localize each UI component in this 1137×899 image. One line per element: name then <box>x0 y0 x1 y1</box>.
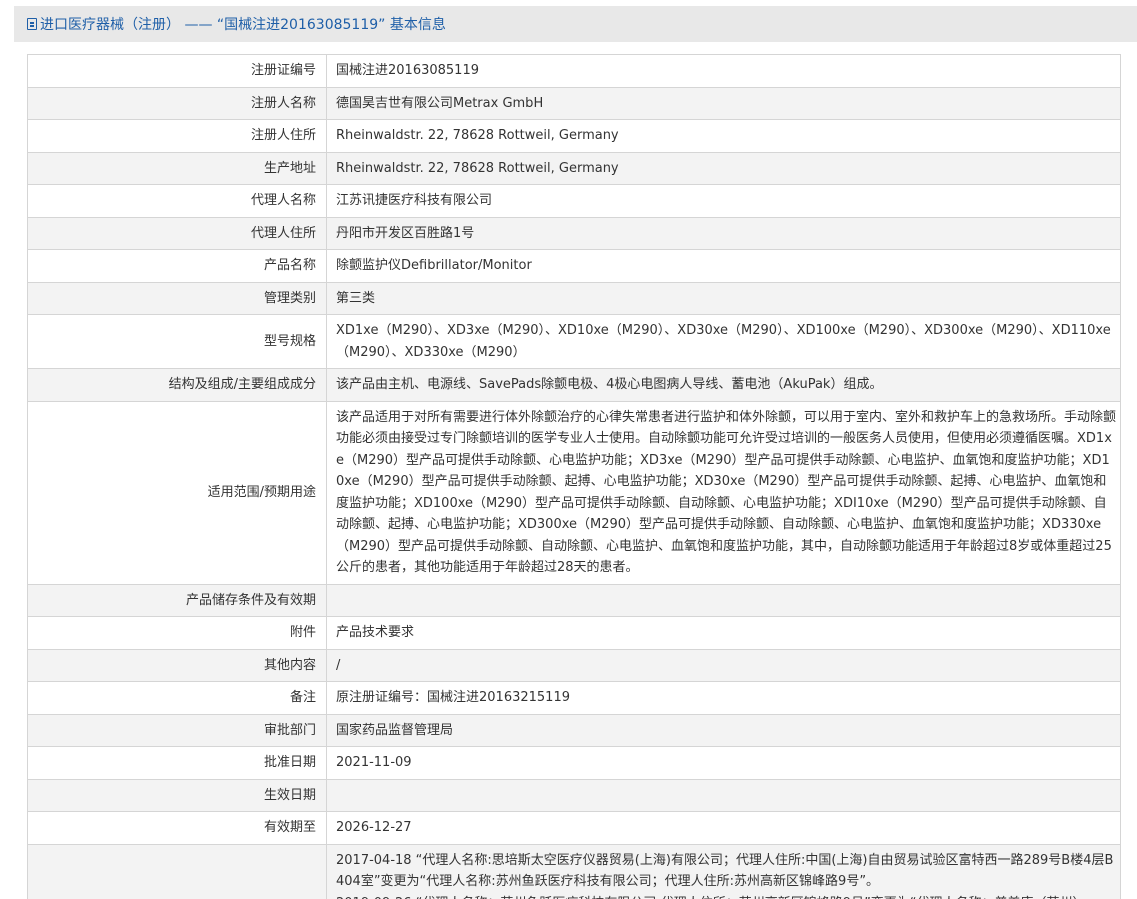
table-row: 适用范围/预期用途 该产品适用于对所有需要进行体外除颤治疗的心律失常患者进行监护和… <box>27 400 1121 585</box>
table-row: 管理类别 第三类 <box>27 281 1121 315</box>
field-value: Rheinwaldstr. 22, 78628 Rottweil, German… <box>326 119 1121 153</box>
table-row: 注册人住所 Rheinwaldstr. 22, 78628 Rottweil, G… <box>27 119 1121 153</box>
field-label: 生效日期 <box>27 778 327 812</box>
change-entry: 2019-09-26 “代理人名称：苏州鱼跃医疗科技有限公司;代理人住所：苏州高… <box>336 893 1116 899</box>
field-label: 管理类别 <box>27 281 327 315</box>
table-row: 生效日期 <box>27 778 1121 812</box>
field-value <box>326 583 1121 617</box>
table-row: 结构及组成/主要组成成分 该产品由主机、电源线、SavePads除颤电极、4极心电… <box>27 368 1121 402</box>
field-value: XD1xe（M290）、XD3xe（M290）、XD10xe（M290）、XD3… <box>326 314 1121 369</box>
field-value: 丹阳市开发区百胜路1号 <box>326 216 1121 250</box>
field-value: 国家药品监督管理局 <box>326 713 1121 747</box>
field-value: 除颤监护仪Defibrillator/Monitor <box>326 249 1121 283</box>
field-value: 原注册证编号：国械注进20163215119 <box>326 681 1121 715</box>
field-label: 代理人住所 <box>27 216 327 250</box>
field-label: 产品名称 <box>27 249 327 283</box>
field-label: 适用范围/预期用途 <box>27 400 327 585</box>
field-value: 该产品由主机、电源线、SavePads除颤电极、4极心电图病人导线、蓄电池（Ak… <box>326 368 1121 402</box>
field-value: 产品技术要求 <box>326 616 1121 650</box>
field-label: 批准日期 <box>27 746 327 780</box>
field-label: 备注 <box>27 681 327 715</box>
change-entry: 2017-04-18 “代理人名称:思培斯太空医疗仪器贸易(上海)有限公司；代理… <box>336 852 1114 890</box>
change-history-value: 2017-04-18 “代理人名称:思培斯太空医疗仪器贸易(上海)有限公司；代理… <box>326 843 1121 899</box>
table-row: 注册人名称 德国昊吉世有限公司Metrax GmbH <box>27 86 1121 120</box>
page-header: 进口医疗器械（注册） —— “国械注进20163085119” 基本信息 <box>14 6 1137 42</box>
field-value: 国械注进20163085119 <box>326 54 1121 88</box>
table-row: 有效期至 2026-12-27 <box>27 811 1121 845</box>
field-value: / <box>326 648 1121 682</box>
table-row: 批准日期 2021-11-09 <box>27 746 1121 780</box>
table-row: 代理人名称 江苏讯捷医疗科技有限公司 <box>27 184 1121 218</box>
field-value <box>326 778 1121 812</box>
table-row: 备注 原注册证编号：国械注进20163215119 <box>27 681 1121 715</box>
field-label: 注册人住所 <box>27 119 327 153</box>
info-table: 注册证编号 国械注进20163085119 注册人名称 德国昊吉世有限公司Metrax… <box>27 54 1121 899</box>
table-row: 附件 产品技术要求 <box>27 616 1121 650</box>
document-icon <box>27 18 37 30</box>
field-label: 有效期至 <box>27 811 327 845</box>
field-label: 审批部门 <box>27 713 327 747</box>
table-row: 其他内容 / <box>27 648 1121 682</box>
field-label: 代理人名称 <box>27 184 327 218</box>
page-title: 进口医疗器械（注册） —— “国械注进20163085119” 基本信息 <box>40 17 446 33</box>
page: 进口医疗器械（注册） —— “国械注进20163085119” 基本信息 注册证… <box>0 0 1137 899</box>
table-row-change-history: 2017-04-18 “代理人名称:思培斯太空医疗仪器贸易(上海)有限公司；代理… <box>27 843 1121 899</box>
table-row: 型号规格 XD1xe（M290）、XD3xe（M290）、XD10xe（M290）… <box>27 314 1121 369</box>
field-label: 产品储存条件及有效期 <box>27 583 327 617</box>
table-row: 产品储存条件及有效期 <box>27 583 1121 617</box>
field-value: 2021-11-09 <box>326 746 1121 780</box>
field-value: 江苏讯捷医疗科技有限公司 <box>326 184 1121 218</box>
field-value: 德国昊吉世有限公司Metrax GmbH <box>326 86 1121 120</box>
field-value: 2026-12-27 <box>326 811 1121 845</box>
field-label: 注册人名称 <box>27 86 327 120</box>
field-label: 附件 <box>27 616 327 650</box>
table-row: 代理人住所 丹阳市开发区百胜路1号 <box>27 216 1121 250</box>
table-row: 审批部门 国家药品监督管理局 <box>27 713 1121 747</box>
table-row: 生产地址 Rheinwaldstr. 22, 78628 Rottweil, Ge… <box>27 151 1121 185</box>
field-value: 该产品适用于对所有需要进行体外除颤治疗的心律失常患者进行监护和体外除颤，可以用于… <box>326 400 1121 585</box>
field-label: 型号规格 <box>27 314 327 369</box>
field-label: 结构及组成/主要组成成分 <box>27 368 327 402</box>
table-row: 产品名称 除颤监护仪Defibrillator/Monitor <box>27 249 1121 283</box>
field-label: 注册证编号 <box>27 54 327 88</box>
field-label: 生产地址 <box>27 151 327 185</box>
field-label: 其他内容 <box>27 648 327 682</box>
field-value: Rheinwaldstr. 22, 78628 Rottweil, German… <box>326 151 1121 185</box>
field-value: 第三类 <box>326 281 1121 315</box>
field-label <box>27 843 327 899</box>
table-row: 注册证编号 国械注进20163085119 <box>27 54 1121 88</box>
